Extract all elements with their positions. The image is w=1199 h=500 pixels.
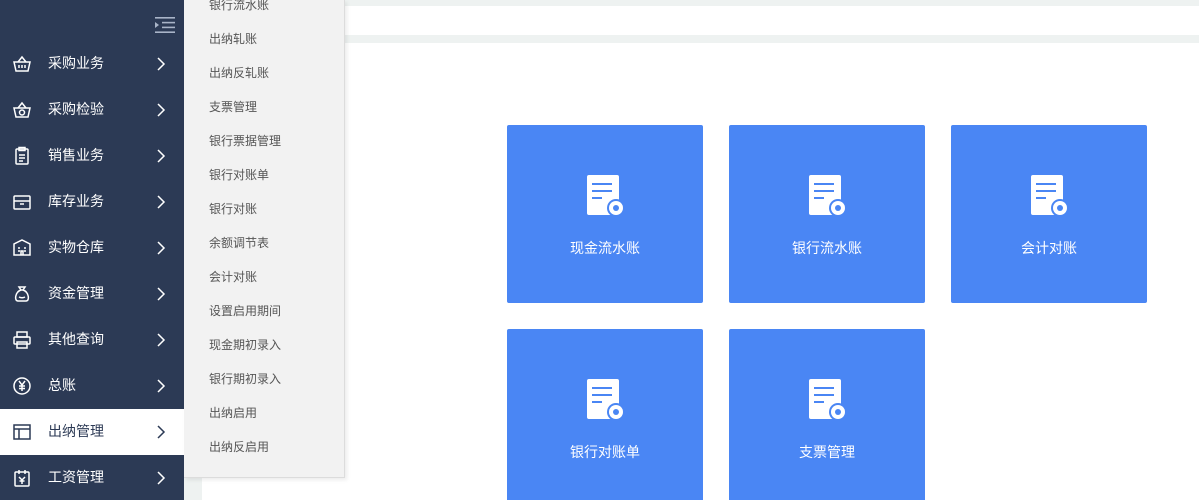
sidebar-item-purchase[interactable]: 采购业务 <box>0 41 184 87</box>
layout-icon <box>13 424 31 440</box>
document-settings-icon <box>1031 175 1069 217</box>
sidebar-item-fund-management[interactable]: 资金管理 <box>0 271 184 317</box>
sidebar-item-label: 销售业务 <box>48 148 104 164</box>
tile-label: 银行对账单 <box>570 445 640 461</box>
chevron-right-icon <box>157 57 166 71</box>
payroll-icon <box>14 470 30 487</box>
submenu-item-cashier-enable[interactable]: 出纳启用 <box>209 406 257 420</box>
sidebar-item-physical-warehouse[interactable]: 实物仓库 <box>0 225 184 271</box>
document-settings-icon <box>809 379 847 421</box>
printer-icon <box>13 331 31 349</box>
chevron-right-icon <box>157 471 166 485</box>
warehouse-icon <box>13 239 31 256</box>
tile-bank-statement[interactable]: 银行对账单 <box>507 329 703 500</box>
document-settings-icon <box>587 379 625 421</box>
chevron-right-icon <box>157 379 166 393</box>
submenu-item-bank-journal[interactable]: 银行流水账 <box>209 0 269 12</box>
main-content: 现金流水账 银行流水账 会计对账 银行对账单 支票管理 <box>202 43 1199 500</box>
submenu-item-set-start-period[interactable]: 设置启用期间 <box>209 304 281 318</box>
submenu-item-cashier-close[interactable]: 出纳轧账 <box>209 32 257 46</box>
chevron-right-icon <box>157 287 166 301</box>
tile-check-management[interactable]: 支票管理 <box>729 329 925 500</box>
sidebar-item-general-ledger[interactable]: 总账 <box>0 363 184 409</box>
sidebar-item-label: 采购检验 <box>48 102 104 118</box>
submenu-item-cash-opening-entry[interactable]: 现金期初录入 <box>209 338 281 352</box>
submenu-item-bank-opening-entry[interactable]: 银行期初录入 <box>209 372 281 386</box>
submenu-item-cashier-reopen[interactable]: 出纳反轧账 <box>209 66 269 80</box>
sidebar-item-label: 库存业务 <box>48 194 104 210</box>
submenu-item-bank-statement[interactable]: 银行对账单 <box>209 168 269 182</box>
submenu-item-bank-bill-management[interactable]: 银行票据管理 <box>209 134 281 148</box>
sidebar-item-label: 资金管理 <box>48 286 104 302</box>
inspection-icon <box>13 101 31 118</box>
yen-icon <box>13 377 31 395</box>
document-settings-icon <box>809 175 847 217</box>
inventory-icon <box>13 195 31 210</box>
submenu-item-balance-adjustment[interactable]: 余额调节表 <box>209 236 269 250</box>
sidebar-item-label: 工资管理 <box>48 470 104 486</box>
sidebar-item-inventory[interactable]: 库存业务 <box>0 179 184 225</box>
submenu-item-cashier-disable[interactable]: 出纳反启用 <box>209 440 269 454</box>
submenu-item-bank-reconciliation[interactable]: 银行对账 <box>209 202 257 216</box>
submenu-item-accounting-reconciliation[interactable]: 会计对账 <box>209 270 257 284</box>
sidebar-item-purchase-inspection[interactable]: 采购检验 <box>0 87 184 133</box>
tile-cash-journal[interactable]: 现金流水账 <box>507 125 703 303</box>
chevron-right-icon <box>157 333 166 347</box>
chevron-right-icon <box>157 195 166 209</box>
sidebar-item-sales[interactable]: 销售业务 <box>0 133 184 179</box>
chevron-right-icon <box>157 149 166 163</box>
money-bag-icon <box>14 286 30 302</box>
top-bar <box>345 6 1199 35</box>
chevron-right-icon <box>157 103 166 117</box>
sidebar-item-label: 采购业务 <box>48 56 104 72</box>
sidebar: 采购业务 采购检验 销售业务 库存业务 实物仓库 资金管理 其他查询 总账 出纳… <box>0 0 184 500</box>
tile-label: 支票管理 <box>799 445 855 461</box>
sidebar-item-other-query[interactable]: 其他查询 <box>0 317 184 363</box>
tile-label: 会计对账 <box>1021 241 1077 257</box>
document-settings-icon <box>587 175 625 217</box>
sidebar-item-cashier-management[interactable]: 出纳管理 <box>0 409 184 455</box>
submenu-item-check-management[interactable]: 支票管理 <box>209 100 257 114</box>
tile-label: 银行流水账 <box>792 241 862 257</box>
sidebar-item-label: 出纳管理 <box>48 424 104 440</box>
cashier-submenu: 银行流水账 出纳轧账 出纳反轧账 支票管理 银行票据管理 银行对账单 银行对账 … <box>184 0 345 478</box>
tile-accounting-reconciliation[interactable]: 会计对账 <box>951 125 1147 303</box>
tile-label: 现金流水账 <box>570 241 640 257</box>
basket-icon <box>13 55 31 72</box>
sidebar-item-payroll-management[interactable]: 工资管理 <box>0 455 184 500</box>
chevron-right-icon <box>157 241 166 255</box>
clipboard-icon <box>15 146 29 165</box>
tile-bank-journal[interactable]: 银行流水账 <box>729 125 925 303</box>
sidebar-item-label: 实物仓库 <box>48 240 104 256</box>
menu-collapse-icon[interactable] <box>155 17 175 33</box>
sidebar-item-label: 总账 <box>48 378 76 394</box>
sidebar-item-label: 其他查询 <box>48 332 104 348</box>
chevron-right-icon <box>157 425 166 439</box>
